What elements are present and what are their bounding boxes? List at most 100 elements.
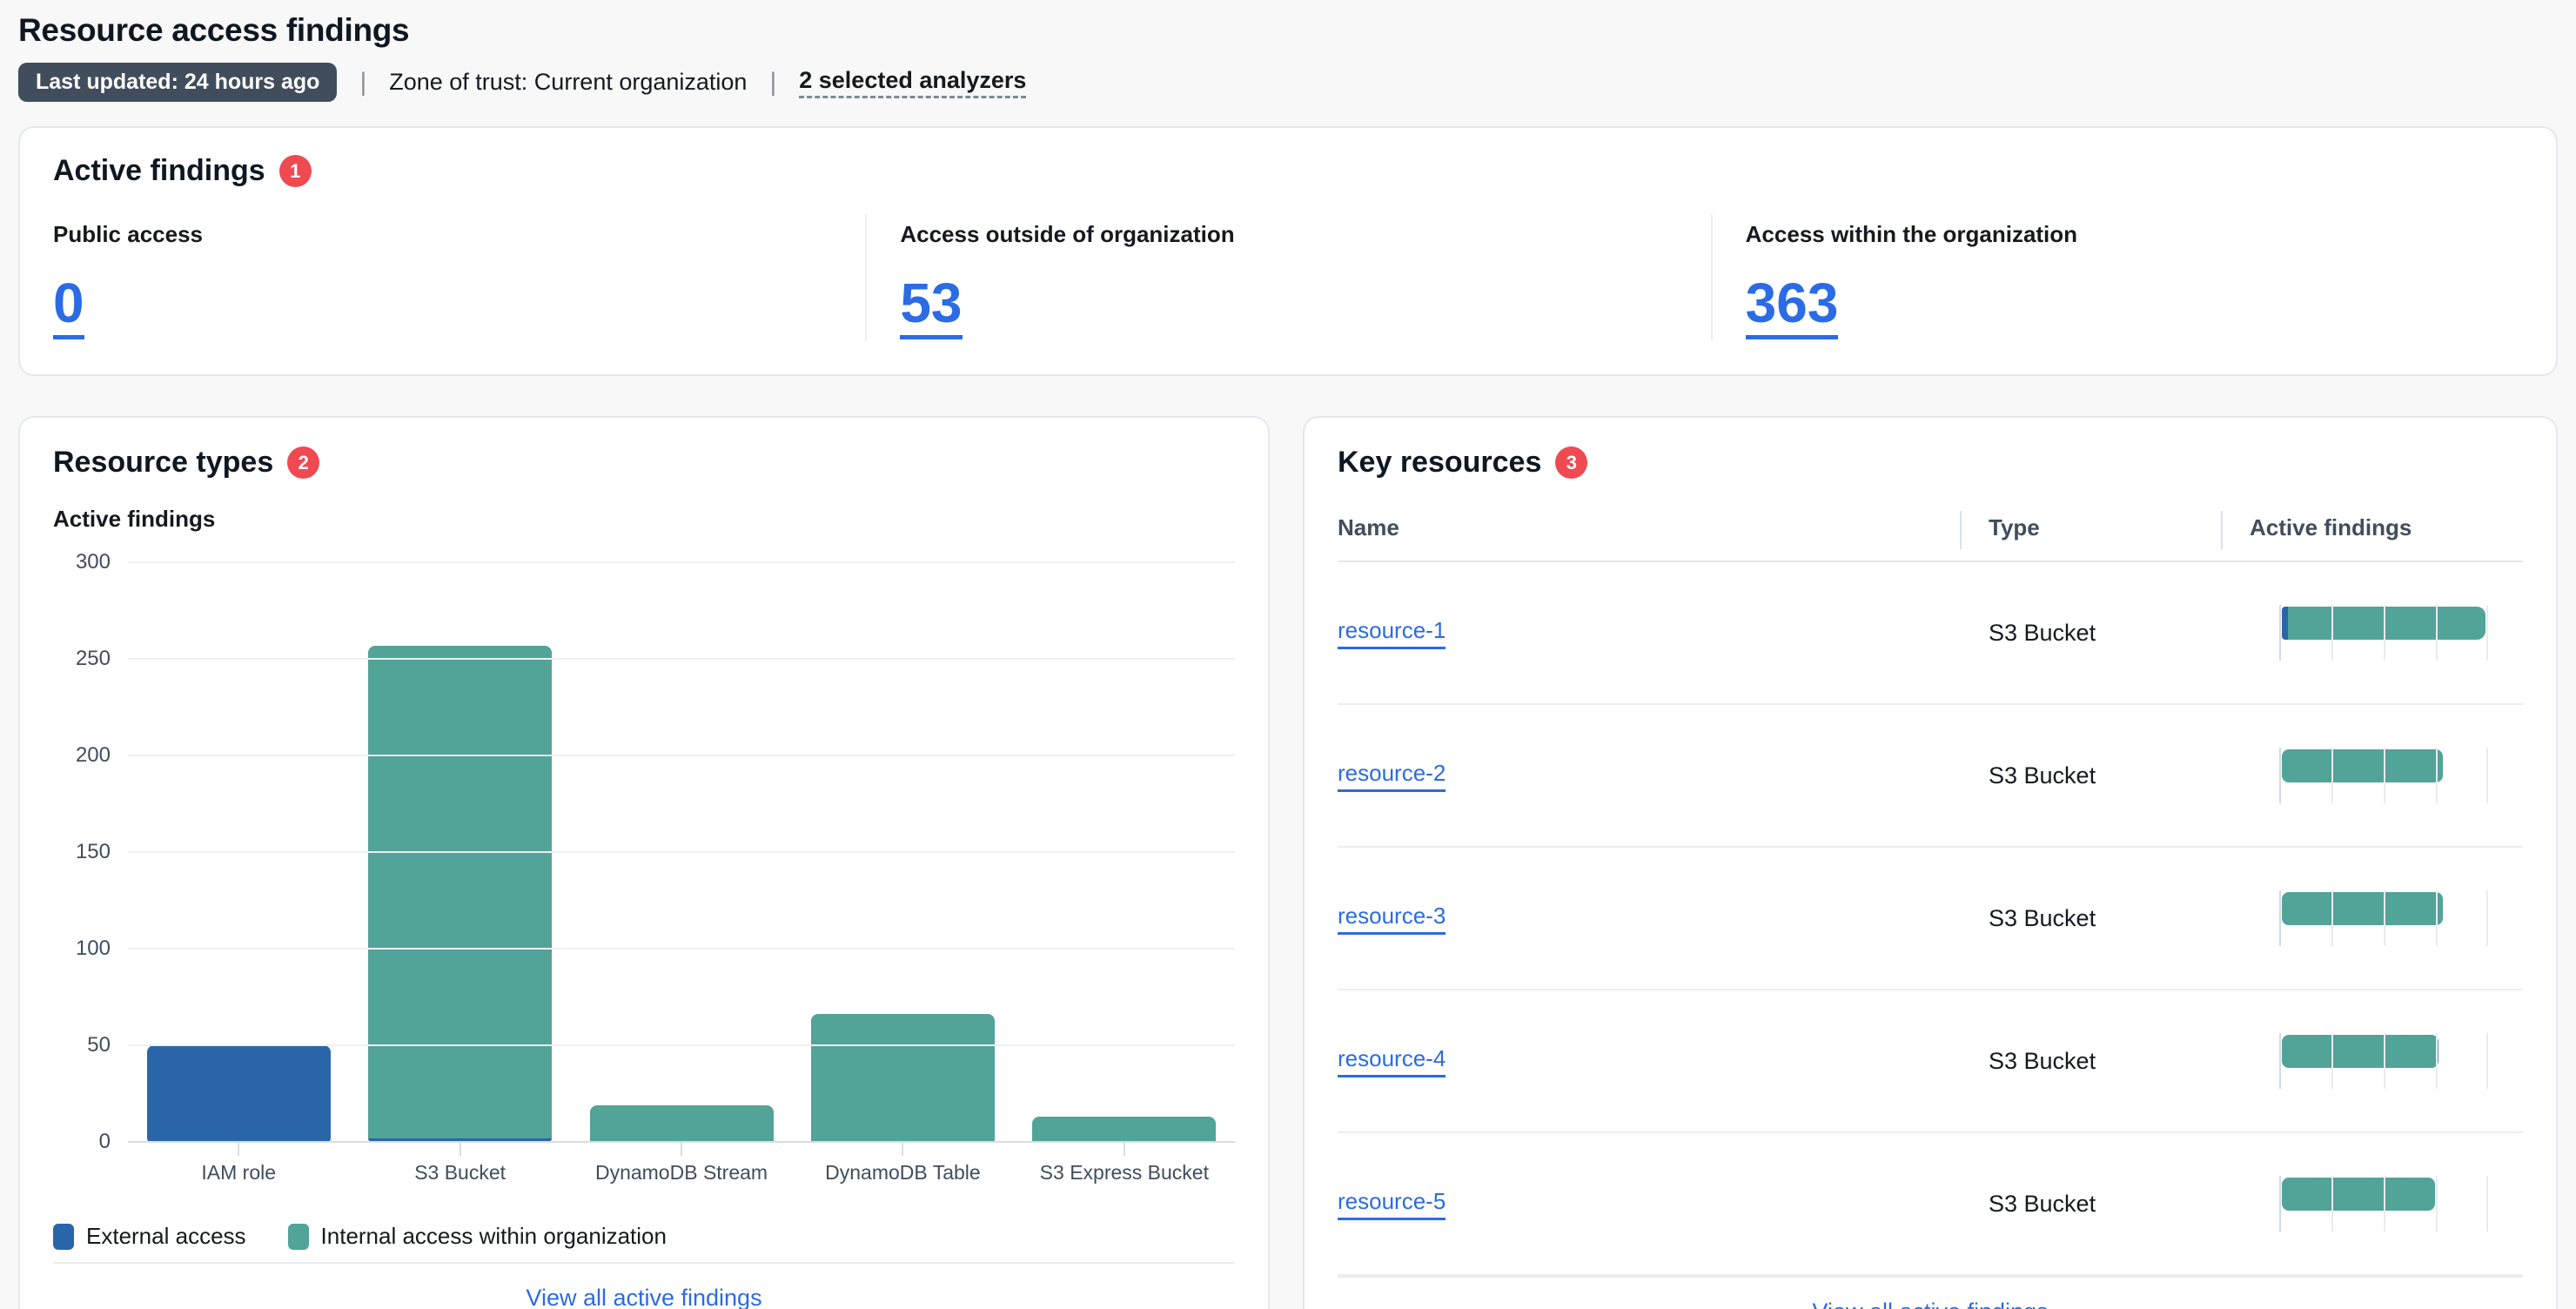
- x-axis-tick: [1124, 1142, 1125, 1156]
- active-findings-heading: Active findings 1: [20, 154, 2556, 188]
- table-body: resource-1 S3 Bucket resource-2 S3 Bucke…: [1338, 562, 2523, 1276]
- x-axis-tick: [681, 1142, 682, 1156]
- table-row: resource-1 S3 Bucket: [1338, 562, 2523, 705]
- resource-link[interactable]: resource-4: [1338, 1045, 1446, 1077]
- y-axis-tick-label: 300: [76, 550, 111, 574]
- table-row: resource-5 S3 Bucket: [1338, 1133, 2523, 1276]
- annotation-badge-2: 2: [287, 446, 319, 479]
- resource-type: S3 Bucket: [1989, 1191, 2250, 1218]
- mini-chart-tick: [2331, 605, 2333, 661]
- mini-chart-tick: [2486, 748, 2488, 803]
- bar-s3-express-bucket[interactable]: [1032, 1117, 1216, 1142]
- mini-chart-tick: [2436, 1033, 2438, 1089]
- chart-legend: External access Internal access within o…: [53, 1223, 1235, 1250]
- resource-type: S3 Bucket: [1989, 762, 2250, 789]
- legend-swatch-blue: [53, 1224, 74, 1250]
- resource-type: S3 Bucket: [1989, 620, 2250, 647]
- active-findings-bar: [2282, 1035, 2438, 1068]
- active-findings-card: Active findings 1 Public access 0 Access…: [18, 126, 2558, 376]
- mini-chart-tick: [2486, 1033, 2488, 1089]
- mini-bar-chart: [2279, 1176, 2488, 1232]
- mini-chart-tick: [2486, 605, 2488, 661]
- bar-chart-plot: 050100150200250300: [128, 562, 1235, 1142]
- mini-bar-chart: [2279, 1033, 2488, 1089]
- zone-of-trust-label: Zone of trust: Current organization: [389, 69, 747, 96]
- resource-type: S3 Bucket: [1989, 905, 2250, 932]
- x-axis-tick: [902, 1142, 903, 1156]
- resource-link[interactable]: resource-1: [1338, 617, 1446, 649]
- key-resources-card: Key resources 3 Name Type Active finding…: [1303, 416, 2558, 1309]
- resource-types-footer: View all active findings: [53, 1262, 1235, 1309]
- bar-iam-role[interactable]: [147, 1045, 331, 1142]
- gridline: 300: [128, 561, 1235, 563]
- resource-link[interactable]: resource-2: [1338, 760, 1446, 792]
- table-row: resource-3 S3 Bucket: [1338, 848, 2523, 990]
- column-header-active-findings: Active findings: [2250, 514, 2523, 541]
- mini-chart-tick: [2436, 1176, 2438, 1232]
- mini-chart-tick: [2279, 748, 2281, 803]
- x-label: S3 Express Bucket: [1014, 1161, 1235, 1185]
- active-findings-title: Active findings: [53, 154, 265, 188]
- x-axis-tick: [238, 1142, 239, 1156]
- table-row: resource-2 S3 Bucket: [1338, 705, 2523, 848]
- gridline: 50: [128, 1044, 1235, 1046]
- mini-chart-tick: [2436, 748, 2438, 803]
- chart-y-axis-title: Active findings: [53, 506, 1235, 533]
- page: Resource access findings Last updated: 2…: [0, 0, 2576, 1309]
- bar-s3-bucket[interactable]: [368, 646, 552, 1142]
- active-findings-bar: [2282, 892, 2443, 925]
- mini-chart-tick: [2436, 605, 2438, 661]
- x-axis-tick: [460, 1142, 461, 1156]
- mini-bar-chart: [2279, 890, 2488, 946]
- y-axis-tick-label: 200: [76, 743, 111, 768]
- active-findings-stats: Public access 0 Access outside of organi…: [20, 214, 2556, 341]
- resource-type: S3 Bucket: [1989, 1048, 2250, 1075]
- mini-chart-tick: [2384, 748, 2385, 803]
- key-resources-heading: Key resources 3: [1338, 446, 2523, 480]
- selected-analyzers-link[interactable]: 2 selected analyzers: [799, 67, 1026, 98]
- bar-chart: 050100150200250300 IAM role S3 Bucket Dy…: [53, 562, 1235, 1185]
- mini-chart-tick: [2384, 1176, 2385, 1232]
- stat-outside-org: Access outside of organization 53: [865, 214, 1710, 341]
- mini-chart-tick: [2331, 1033, 2333, 1089]
- bar-dynamodb-table[interactable]: [811, 1014, 995, 1142]
- mini-chart-tick: [2331, 1176, 2333, 1232]
- header-meta-row: Last updated: 24 hours ago | Zone of tru…: [18, 63, 2558, 102]
- key-resources-footer: View all active findings: [1338, 1276, 2523, 1309]
- mini-bar-chart: [2279, 605, 2488, 661]
- bar-dynamodb-stream[interactable]: [590, 1105, 774, 1142]
- within-org-count-link[interactable]: 363: [1746, 274, 1839, 339]
- mini-chart-tick: [2384, 1033, 2385, 1089]
- view-all-findings-link[interactable]: View all active findings: [526, 1285, 761, 1309]
- page-title: Resource access findings: [18, 12, 2558, 49]
- resource-types-card: Resource types 2 Active findings 0 50 100 1…: [18, 416, 1270, 1309]
- y-axis-tick-label: 100: [76, 936, 111, 961]
- x-label: S3 Bucket: [349, 1161, 570, 1185]
- column-header-type: Type: [1989, 514, 2250, 541]
- y-axis-tick-label: 50: [87, 1033, 111, 1057]
- y-axis-tick-label: 250: [76, 647, 111, 671]
- resource-link[interactable]: resource-3: [1338, 903, 1446, 935]
- mini-chart-tick: [2331, 748, 2333, 803]
- mini-chart-tick: [2279, 890, 2281, 946]
- y-axis-tick-label: 0: [99, 1130, 111, 1154]
- column-header-name: Name: [1338, 514, 1989, 541]
- gridline: 150: [128, 851, 1235, 853]
- mini-chart-tick: [2486, 1176, 2488, 1232]
- x-label: DynamoDB Stream: [571, 1161, 792, 1185]
- stat-public-access: Public access 0: [20, 214, 865, 341]
- resource-types-heading: Resource types 2: [53, 446, 1235, 480]
- legend-external-access: External access: [53, 1223, 246, 1250]
- stat-within-org: Access within the organization 363: [1711, 214, 2556, 341]
- mini-bar-chart: [2279, 748, 2488, 803]
- outside-org-count-link[interactable]: 53: [900, 274, 962, 339]
- divider: |: [769, 68, 776, 97]
- mini-chart-tick: [2436, 890, 2438, 946]
- legend-internal-access: Internal access within organization: [288, 1223, 667, 1250]
- gridline: 200: [128, 755, 1235, 756]
- view-all-findings-link[interactable]: View all active findings: [1812, 1299, 2048, 1309]
- public-access-count-link[interactable]: 0: [53, 274, 84, 339]
- resource-link[interactable]: resource-5: [1338, 1188, 1446, 1220]
- annotation-badge-3: 3: [1555, 446, 1587, 479]
- gridline: 250: [128, 658, 1235, 660]
